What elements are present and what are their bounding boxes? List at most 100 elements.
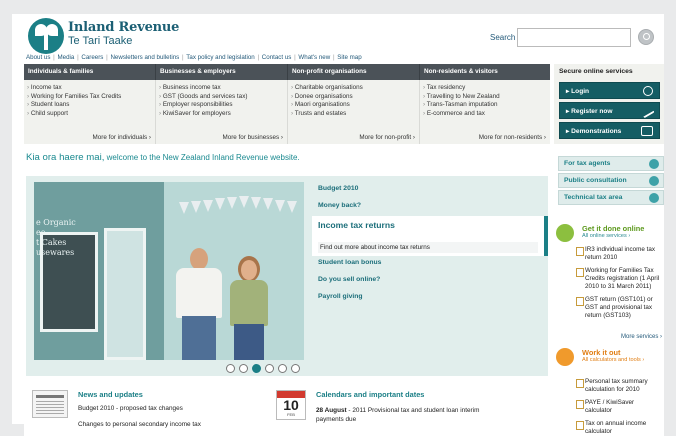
- feature-income-tax-returns[interactable]: Income tax returns Find out more about i…: [312, 216, 548, 256]
- search-button[interactable]: [638, 29, 654, 45]
- screen-icon: [641, 126, 653, 136]
- pencil-icon: [639, 103, 655, 119]
- newspaper-icon: [32, 390, 68, 418]
- nav-link[interactable]: Student loans: [27, 101, 152, 110]
- nav-tab-non-profit[interactable]: Non-profit organisations: [288, 64, 420, 80]
- nav-link[interactable]: KiwiSaver for employers: [159, 110, 284, 119]
- nav-link[interactable]: Working for Families Tax Credits: [27, 93, 152, 102]
- calculator-link[interactable]: PAYE / KiwiSaver calculator: [576, 399, 662, 415]
- nav-link[interactable]: Trans-Tasman imputation: [423, 101, 547, 110]
- brand-maori-name: Te Tari Taake: [68, 35, 133, 47]
- more-for-non-residents-link[interactable]: More for non-residents ›: [479, 134, 546, 141]
- welcome-rest: welcome to the New Zealand Inland Revenu…: [104, 153, 300, 162]
- audience-links: For tax agents Public consultation Techn…: [558, 156, 664, 207]
- nav-link[interactable]: Charitable organisations: [291, 84, 416, 93]
- more-for-non-profit-link[interactable]: More for non-profit ›: [359, 134, 415, 141]
- work-it-out-title: Work it out: [582, 348, 621, 357]
- carousel-dot[interactable]: [265, 364, 274, 373]
- important-date-item[interactable]: 28 August - 2011 Provisional tax and stu…: [316, 406, 496, 424]
- service-link[interactable]: IR3 individual income tax return 2010: [576, 246, 662, 262]
- news-title[interactable]: News and updates: [78, 390, 143, 399]
- carousel-dot[interactable]: [226, 364, 235, 373]
- service-link[interactable]: Working for Families Tax Credits registr…: [576, 267, 662, 291]
- search-input[interactable]: [517, 28, 631, 47]
- nav-link[interactable]: Travelling to New Zealand: [423, 93, 547, 102]
- nav-link[interactable]: Trusts and estates: [291, 110, 416, 119]
- public-consultation-link[interactable]: Public consultation: [558, 173, 664, 188]
- carousel-dot[interactable]: [252, 364, 261, 373]
- bunting-flag: [263, 198, 273, 211]
- shop-window-sign: e Organic ee t Cakes usewares: [36, 218, 76, 257]
- calendar-icon: 10 FEB: [276, 390, 306, 420]
- nav-link[interactable]: Child support: [27, 110, 152, 119]
- feature-money-back[interactable]: Money back?: [312, 199, 548, 216]
- inland-revenue-logo-icon[interactable]: [28, 18, 64, 54]
- bunting-flag: [251, 197, 261, 210]
- top-link-about[interactable]: About us: [26, 54, 50, 61]
- get-it-done-online: Get it done online All online services ›…: [556, 224, 664, 344]
- nav-link[interactable]: Donee organisations: [291, 93, 416, 102]
- online-services-list: IR3 individual income tax return 2010 Wo…: [576, 246, 662, 325]
- top-link-newsletters[interactable]: Newsletters and bulletins: [110, 54, 179, 61]
- demonstrations-label: ▸ Demonstrations: [566, 128, 622, 135]
- feature-active-subtitle[interactable]: Find out more about income tax returns: [318, 242, 538, 253]
- feature-student-loan-bonus[interactable]: Student loan bonus: [312, 256, 548, 273]
- top-link-whats-new[interactable]: What's new: [298, 54, 330, 61]
- nav-link[interactable]: E-commerce and tax: [423, 110, 547, 119]
- nav-tab-businesses[interactable]: Businesses & employers: [156, 64, 288, 80]
- calculator-link[interactable]: Tax on annual income calculator: [576, 420, 662, 436]
- more-services-link[interactable]: More services ›: [621, 334, 662, 340]
- secure-services-title: Secure online services: [559, 68, 633, 75]
- carousel-dot[interactable]: [291, 364, 300, 373]
- all-online-services-link[interactable]: All online services ›: [582, 233, 630, 239]
- calendars-title[interactable]: Calendars and important dates: [316, 390, 424, 399]
- more-for-individuals-link[interactable]: More for individuals ›: [93, 134, 151, 141]
- nav-col-businesses: Business income tax GST (Goods and servi…: [156, 80, 288, 144]
- nav-tab-individuals[interactable]: Individuals & families: [24, 64, 156, 80]
- feature-sell-online[interactable]: Do you sell online?: [312, 273, 548, 290]
- top-link-careers[interactable]: Careers: [81, 54, 103, 61]
- nav-link[interactable]: Business income tax: [159, 84, 284, 93]
- nav-link[interactable]: Maori organisations: [291, 101, 416, 110]
- arrow-right-icon: [649, 193, 659, 203]
- nav-col-non-residents: Tax residency Travelling to New Zealand …: [420, 80, 550, 144]
- carousel-dot[interactable]: [278, 364, 287, 373]
- more-for-businesses-link[interactable]: More for businesses ›: [222, 134, 283, 141]
- date-bold: 28 August: [316, 407, 347, 414]
- carousel-dot[interactable]: [239, 364, 248, 373]
- for-tax-agents-link[interactable]: For tax agents: [558, 156, 664, 171]
- top-link-site-map[interactable]: Site map: [337, 54, 361, 61]
- demonstrations-button[interactable]: ▸ Demonstrations: [559, 122, 660, 139]
- hero-photo[interactable]: e Organic ee t Cakes usewares: [34, 182, 304, 360]
- top-links: About us | Media | Careers | Newsletters…: [26, 54, 362, 61]
- bunting: [179, 196, 304, 216]
- news-item[interactable]: Changes to personal secondary income tax: [78, 421, 201, 428]
- bunting-flag: [215, 198, 225, 211]
- technical-tax-area-link[interactable]: Technical tax area: [558, 190, 664, 205]
- all-calculators-link[interactable]: All calculators and tools ›: [582, 357, 644, 363]
- nav-link[interactable]: Income tax: [27, 84, 152, 93]
- feature-budget-2010[interactable]: Budget 2010: [312, 182, 548, 199]
- hero-carousel: e Organic ee t Cakes usewares Budget 201…: [26, 176, 548, 376]
- login-button[interactable]: ▸ Login: [559, 82, 660, 99]
- nav-tab-non-residents[interactable]: Non-residents & visitors: [420, 64, 550, 80]
- top-link-tax-policy[interactable]: Tax policy and legislation: [186, 54, 254, 61]
- news-item[interactable]: Budget 2010 - proposed tax changes: [78, 405, 183, 412]
- calculator-link[interactable]: Personal tax summary calculation for 201…: [576, 378, 662, 394]
- top-link-contact[interactable]: Contact us: [262, 54, 292, 61]
- brand[interactable]: Inland Revenue Te Tari Taake: [68, 20, 179, 47]
- service-link[interactable]: GST return (GST101) or GST and provision…: [576, 296, 662, 320]
- welcome-message: Kia ora haere mai, welcome to the New Ze…: [26, 152, 300, 163]
- feature-active-title: Income tax returns: [318, 220, 395, 230]
- bunting-flag: [179, 202, 189, 214]
- arrow-right-icon: [649, 176, 659, 186]
- feature-payroll-giving[interactable]: Payroll giving: [312, 290, 548, 307]
- calendar-month: FEB: [287, 412, 295, 417]
- nav-link[interactable]: Tax residency: [423, 84, 547, 93]
- top-link-media[interactable]: Media: [57, 54, 74, 61]
- check-icon: [556, 224, 574, 242]
- nav-link[interactable]: GST (Goods and services tax): [159, 93, 284, 102]
- page: Inland Revenue Te Tari Taake Search Abou…: [24, 14, 664, 436]
- register-now-button[interactable]: ▸ Register now: [559, 102, 660, 119]
- nav-link[interactable]: Employer responsibilities: [159, 101, 284, 110]
